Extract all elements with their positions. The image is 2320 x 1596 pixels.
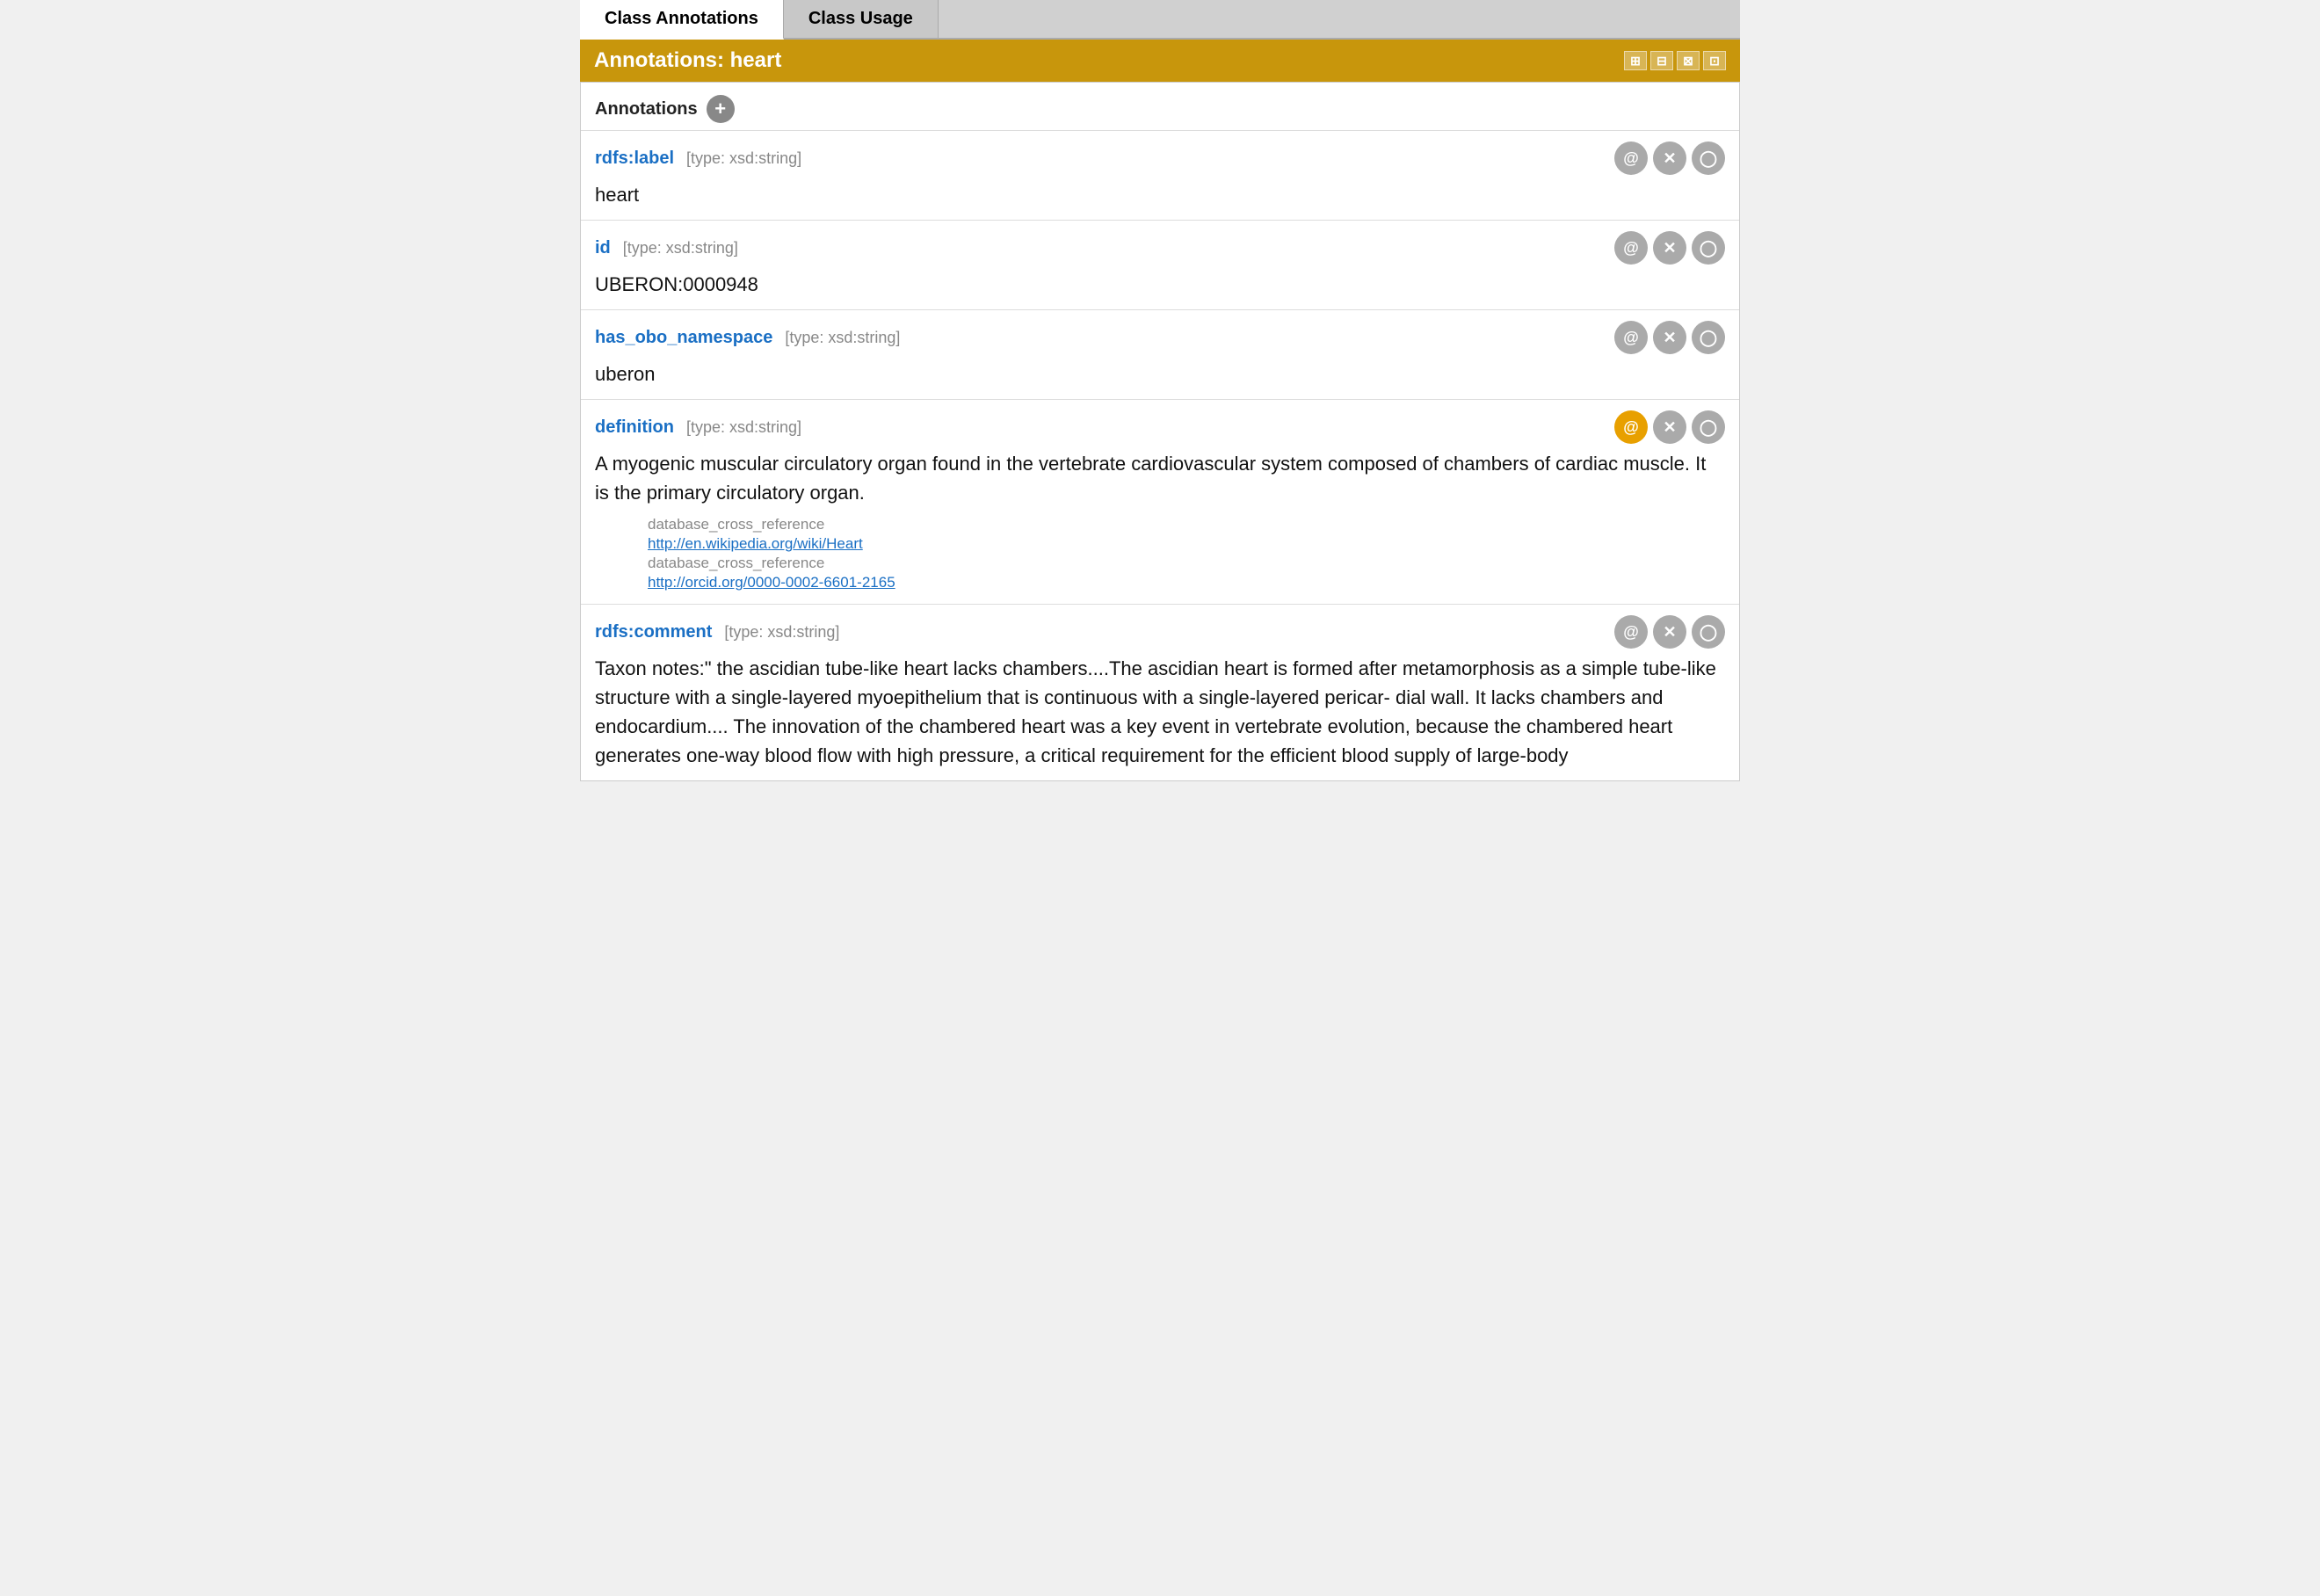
window-icon-minus[interactable]: ⊟	[1650, 51, 1673, 70]
x-btn-definition[interactable]: ✕	[1653, 410, 1686, 444]
sub-link-1[interactable]: http://en.wikipedia.org/wiki/Heart	[648, 535, 863, 552]
title-bar-label: Annotations: heart	[594, 48, 781, 73]
annotation-rdfs-comment: rdfs:comment [type: xsd:string] @ ✕ ◯ Ta…	[581, 604, 1739, 780]
main-panel: Annotations + rdfs:label [type: xsd:stri…	[580, 82, 1740, 781]
prop-name-definition[interactable]: definition	[595, 417, 674, 438]
sub-item-3: http://orcid.org/0000-0002-6601-2165	[648, 574, 1725, 591]
title-bar-icons: ⊞ ⊟ ⊠ ⊡	[1624, 51, 1726, 70]
x-btn-has-obo-namespace[interactable]: ✕	[1653, 321, 1686, 354]
annotation-definition: definition [type: xsd:string] @ ✕ ◯ A my…	[581, 399, 1739, 604]
circle-btn-definition[interactable]: ◯	[1692, 410, 1725, 444]
sub-label-2: database_cross_reference	[648, 555, 824, 571]
prop-name-id[interactable]: id	[595, 238, 611, 258]
title-bar: Annotations: heart ⊞ ⊟ ⊠ ⊡	[580, 40, 1740, 82]
action-btns-has-obo-namespace: @ ✕ ◯	[1614, 321, 1725, 354]
prop-type-id: [type: xsd:string]	[623, 239, 738, 258]
sub-label-0: database_cross_reference	[648, 516, 824, 533]
window-icon-grid[interactable]: ⊞	[1624, 51, 1647, 70]
annotation-rdfs-label: rdfs:label [type: xsd:string] @ ✕ ◯ hear…	[581, 130, 1739, 220]
prop-type-has-obo-namespace: [type: xsd:string]	[785, 329, 900, 347]
sub-item-2: database_cross_reference	[648, 555, 1725, 572]
prop-type-definition: [type: xsd:string]	[686, 418, 801, 437]
x-btn-id[interactable]: ✕	[1653, 231, 1686, 265]
section-label: Annotations	[595, 99, 698, 120]
annotation-has-obo-namespace-header: has_obo_namespace [type: xsd:string] @ ✕…	[595, 321, 1725, 354]
action-btns-rdfs-comment: @ ✕ ◯	[1614, 615, 1725, 649]
window-icon-box[interactable]: ⊠	[1677, 51, 1700, 70]
sub-item-0: database_cross_reference	[648, 516, 1725, 533]
prop-value-has-obo-namespace: uberon	[595, 359, 1725, 388]
at-btn-rdfs-label[interactable]: @	[1614, 141, 1648, 175]
x-btn-rdfs-label[interactable]: ✕	[1653, 141, 1686, 175]
circle-btn-rdfs-label[interactable]: ◯	[1692, 141, 1725, 175]
tabs-bar: Class Annotations Class Usage	[580, 0, 1740, 40]
prop-type-rdfs-label: [type: xsd:string]	[686, 149, 801, 168]
at-btn-rdfs-comment[interactable]: @	[1614, 615, 1648, 649]
prop-value-rdfs-comment: Taxon notes:" the ascidian tube-like hea…	[595, 654, 1725, 770]
window-icon-close[interactable]: ⊡	[1703, 51, 1726, 70]
annotation-id-header: id [type: xsd:string] @ ✕ ◯	[595, 231, 1725, 265]
circle-btn-has-obo-namespace[interactable]: ◯	[1692, 321, 1725, 354]
prop-value-definition: A myogenic muscular circulatory organ fo…	[595, 449, 1725, 507]
tab-class-usage[interactable]: Class Usage	[784, 0, 939, 38]
prop-name-rdfs-label[interactable]: rdfs:label	[595, 149, 674, 169]
tab-class-annotations[interactable]: Class Annotations	[580, 0, 784, 40]
prop-name-has-obo-namespace[interactable]: has_obo_namespace	[595, 328, 772, 348]
annotation-rdfs-comment-header: rdfs:comment [type: xsd:string] @ ✕ ◯	[595, 615, 1725, 649]
circle-btn-rdfs-comment[interactable]: ◯	[1692, 615, 1725, 649]
annotation-definition-header: definition [type: xsd:string] @ ✕ ◯	[595, 410, 1725, 444]
annotation-has-obo-namespace: has_obo_namespace [type: xsd:string] @ ✕…	[581, 309, 1739, 399]
prop-value-id: UBERON:0000948	[595, 270, 1725, 299]
add-annotation-button[interactable]: +	[707, 95, 735, 123]
annotation-id: id [type: xsd:string] @ ✕ ◯ UBERON:00009…	[581, 220, 1739, 309]
sub-link-3[interactable]: http://orcid.org/0000-0002-6601-2165	[648, 574, 895, 591]
prop-type-rdfs-comment: [type: xsd:string]	[724, 623, 839, 642]
annotation-rdfs-label-header: rdfs:label [type: xsd:string] @ ✕ ◯	[595, 141, 1725, 175]
at-btn-id[interactable]: @	[1614, 231, 1648, 265]
action-btns-definition: @ ✕ ◯	[1614, 410, 1725, 444]
prop-value-rdfs-label: heart	[595, 180, 1725, 209]
section-header: Annotations +	[581, 83, 1739, 130]
sub-annotations-definition: database_cross_reference http://en.wikip…	[648, 516, 1725, 591]
action-btns-rdfs-label: @ ✕ ◯	[1614, 141, 1725, 175]
prop-name-rdfs-comment[interactable]: rdfs:comment	[595, 622, 712, 642]
at-btn-has-obo-namespace[interactable]: @	[1614, 321, 1648, 354]
sub-item-1: http://en.wikipedia.org/wiki/Heart	[648, 535, 1725, 553]
circle-btn-id[interactable]: ◯	[1692, 231, 1725, 265]
x-btn-rdfs-comment[interactable]: ✕	[1653, 615, 1686, 649]
action-btns-id: @ ✕ ◯	[1614, 231, 1725, 265]
at-btn-definition[interactable]: @	[1614, 410, 1648, 444]
